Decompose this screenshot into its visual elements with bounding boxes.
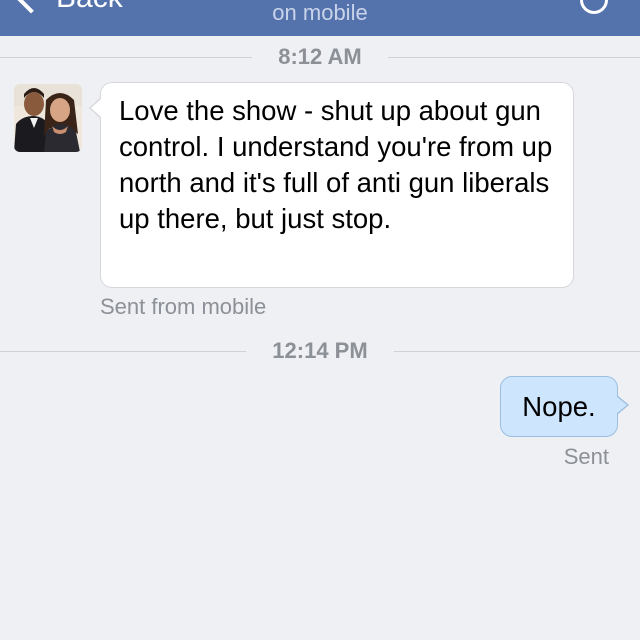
outgoing-message-bubble[interactable]: Nope. — [500, 376, 629, 437]
timestamp: 8:12 AM — [278, 44, 362, 69]
message-text: Love the show - shut up about gun contro… — [119, 95, 553, 234]
avatar[interactable] — [14, 84, 82, 152]
message-footer: Sent from mobile — [100, 294, 267, 319]
navigation-bar: Back on mobile — [0, 0, 640, 36]
time-separator: 8:12 AM — [0, 42, 640, 72]
time-separator: 12:14 PM — [0, 336, 640, 366]
sent-status: Sent — [563, 444, 609, 469]
message-text: Nope. — [522, 391, 596, 422]
sender-avatar-photo — [14, 84, 82, 152]
messenger-screen: Back on mobile 8:12 AM Love the show - s… — [0, 0, 640, 640]
nav-subtitle: on mobile — [272, 0, 368, 25]
incoming-message-bubble[interactable]: Love the show - shut up about gun contro… — [89, 82, 574, 288]
timestamp: 12:14 PM — [272, 338, 368, 363]
